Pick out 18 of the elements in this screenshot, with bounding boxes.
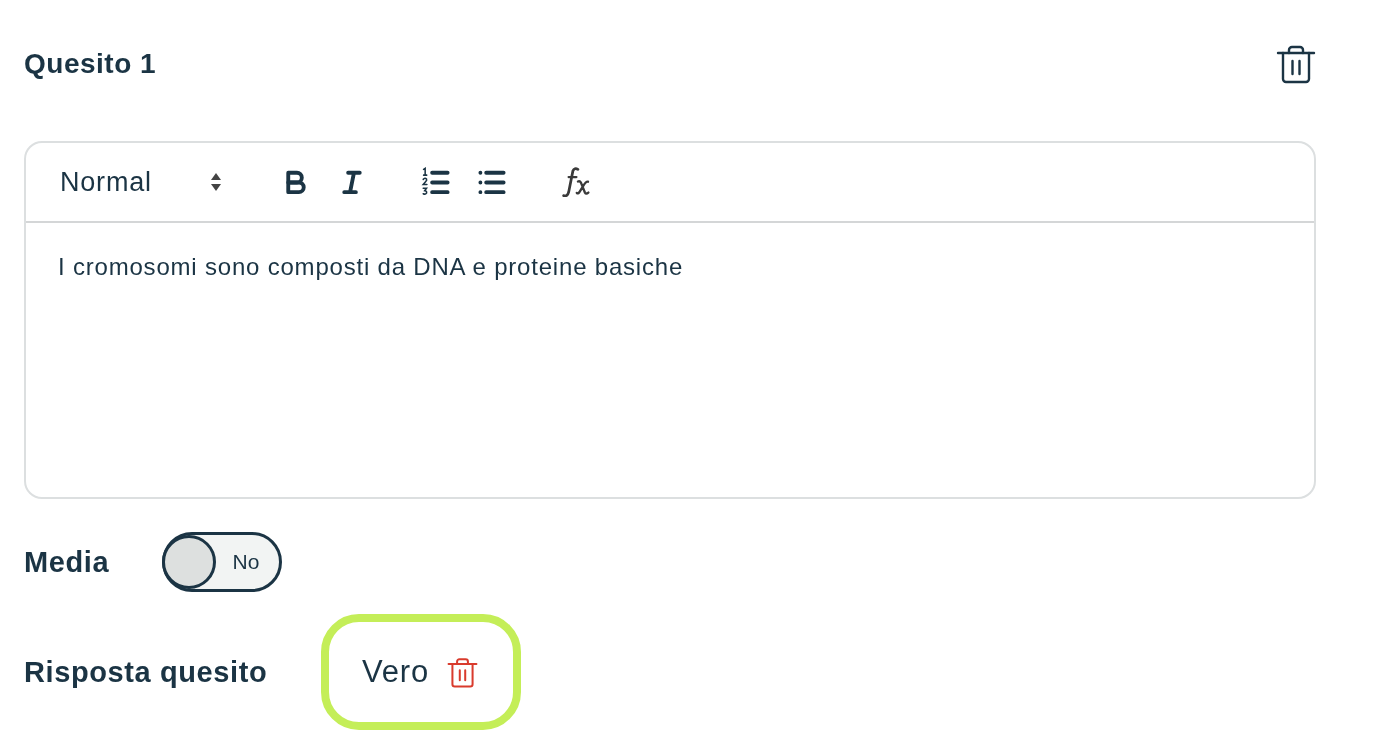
question-text: I cromosomi sono composti da DNA e proteine basiche: [58, 253, 684, 280]
delete-answer-button[interactable]: [447, 656, 478, 688]
sort-arrows-icon: [210, 172, 222, 192]
trash-icon: [1276, 44, 1316, 84]
numbered-list-icon: [421, 167, 451, 197]
answer-value: Vero: [362, 654, 429, 690]
answer-label: Risposta quesito: [24, 655, 269, 689]
trash-icon: [447, 656, 478, 688]
media-label: Media: [24, 545, 111, 579]
formula-icon: [561, 167, 591, 197]
format-value: Normal: [60, 166, 152, 198]
question-title: Quesito 1: [24, 47, 157, 81]
media-toggle[interactable]: No: [162, 532, 282, 592]
toggle-state-text: No: [231, 550, 261, 574]
answer-option[interactable]: Vero: [321, 614, 521, 730]
format-dropdown[interactable]: Normal: [60, 158, 240, 206]
editor-content[interactable]: I cromosomi sono composti da DNA e proteine basiche: [26, 223, 1314, 497]
delete-question-button[interactable]: [1276, 44, 1316, 84]
